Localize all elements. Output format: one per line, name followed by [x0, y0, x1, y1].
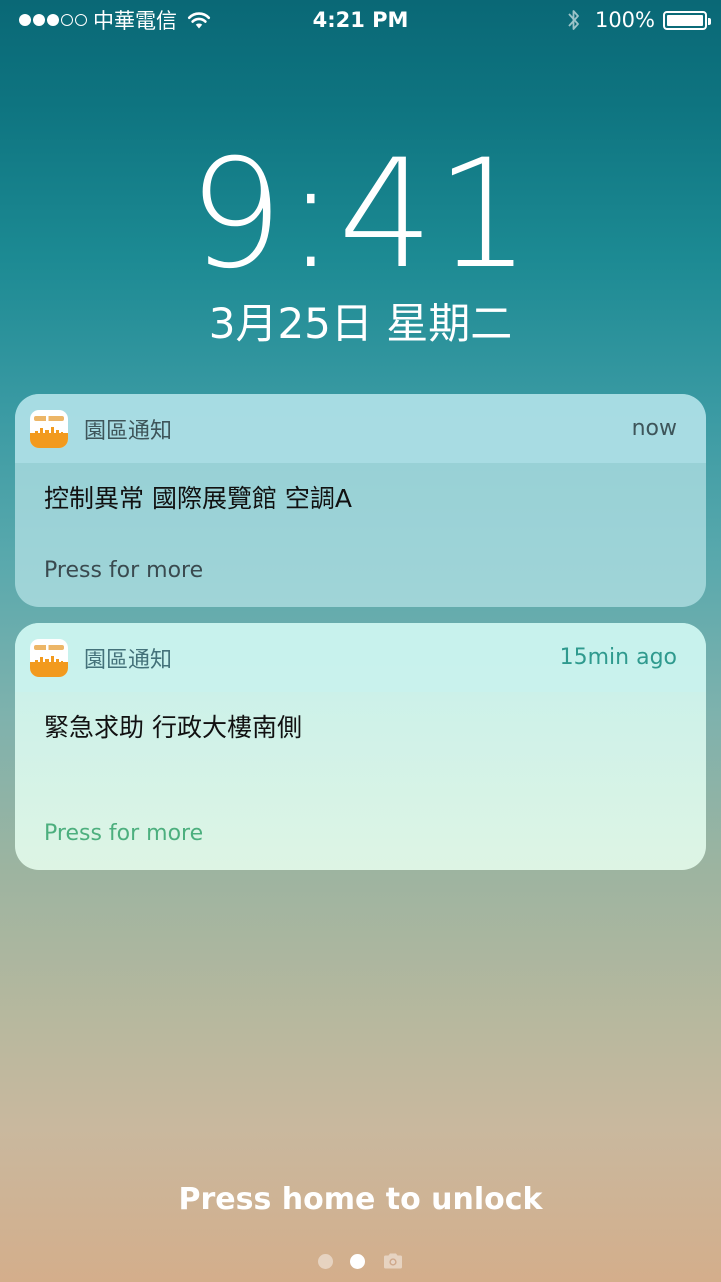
- battery-icon: [663, 10, 711, 30]
- page-dot-active[interactable]: [349, 1253, 365, 1269]
- lockscreen-clock: 9:41: [188, 128, 533, 302]
- press-home-to-unlock: Press home to unlock: [178, 1182, 543, 1217]
- page-indicator[interactable]: [0, 1252, 721, 1270]
- notification-card[interactable]: 園區通知 15min ago 緊急求助 行政大樓南側 Press for mor…: [15, 623, 706, 870]
- notification-press-for-more[interactable]: Press for more: [44, 821, 203, 846]
- notification-card[interactable]: 園區通知 now 控制異常 國際展覽館 空調A Press for more: [15, 394, 706, 607]
- notification-press-for-more[interactable]: Press for more: [44, 558, 203, 583]
- park-app-icon: [30, 409, 68, 448]
- battery-percentage: 100%: [594, 8, 655, 32]
- bluetooth-icon: [568, 10, 579, 30]
- page-dot[interactable]: [317, 1253, 333, 1269]
- park-app-icon: [30, 638, 68, 677]
- notification-message: 控制異常 國際展覽館 空調A: [44, 484, 352, 513]
- status-bar: 中華電信 4:21 PM 100%: [0, 0, 721, 40]
- notification-time: now: [631, 416, 677, 441]
- notification-message: 緊急求助 行政大樓南側: [44, 713, 302, 742]
- camera-icon[interactable]: [382, 1252, 404, 1270]
- notification-app-name: 園區通知: [84, 647, 173, 673]
- notification-header: 園區通知 15min ago: [15, 623, 706, 692]
- notification-time: 15min ago: [559, 645, 677, 670]
- notification-header: 園區通知 now: [15, 394, 706, 463]
- lockscreen-date: 3月25日 星期二: [208, 299, 513, 348]
- notification-app-name: 園區通知: [84, 418, 173, 444]
